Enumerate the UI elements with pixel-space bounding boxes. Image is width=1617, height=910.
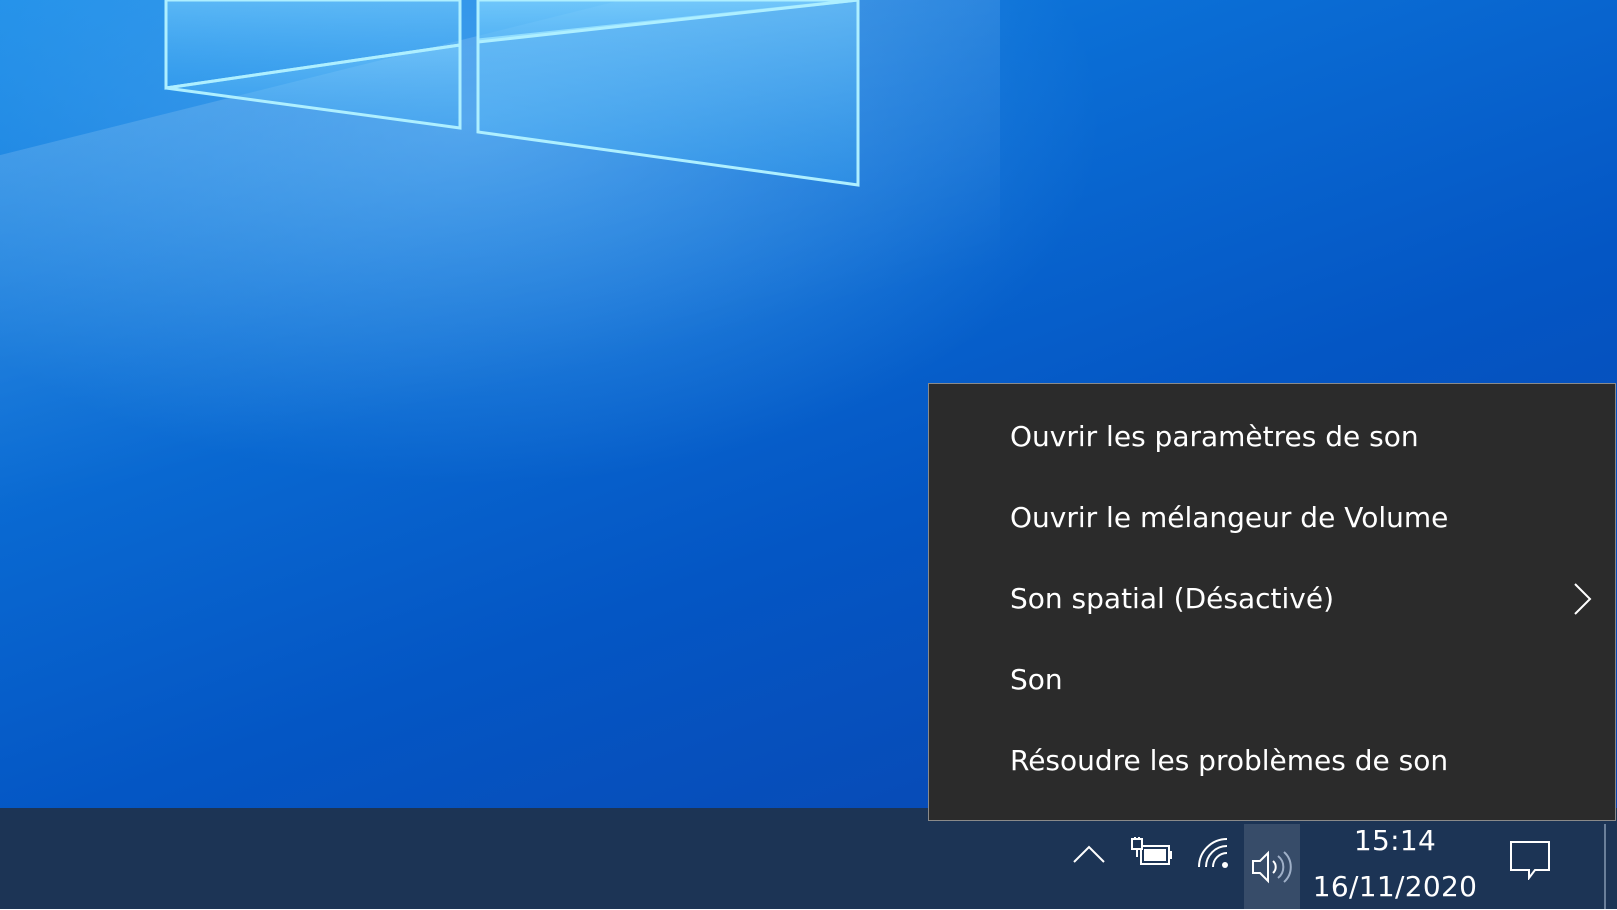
- show-desktop-button[interactable]: [1604, 824, 1606, 909]
- battery-button[interactable]: [1130, 830, 1174, 878]
- wifi-icon: [1198, 838, 1228, 868]
- network-button[interactable]: [1193, 830, 1237, 878]
- chevron-up-icon: [1073, 845, 1105, 863]
- clock-button[interactable]: 15:14 16/11/2020: [1300, 818, 1490, 910]
- clock-time: 15:14: [1353, 824, 1437, 857]
- menu-item-open-volume-mixer[interactable]: Ouvrir le mélangeur de Volume: [929, 477, 1615, 558]
- volume-button[interactable]: [1244, 824, 1300, 909]
- clock-date: 16/11/2020: [1312, 870, 1478, 903]
- menu-item-label: Ouvrir le mélangeur de Volume: [1010, 501, 1449, 534]
- menu-item-label: Résoudre les problèmes de son: [1010, 744, 1449, 777]
- menu-item-troubleshoot-sound[interactable]: Résoudre les problèmes de son: [929, 720, 1615, 801]
- menu-item-open-sound-settings[interactable]: Ouvrir les paramètres de son: [929, 396, 1615, 477]
- battery-charging-icon: [1131, 837, 1172, 865]
- volume-context-menu: Ouvrir les paramètres de son Ouvrir le m…: [928, 383, 1616, 821]
- menu-item-label: Ouvrir les paramètres de son: [1010, 420, 1419, 453]
- chevron-right-icon: [1574, 582, 1592, 615]
- windows-logo-wallpaper: [164, 0, 860, 187]
- menu-item-label: Son spatial (Désactivé): [1010, 582, 1334, 615]
- speaker-icon: [1252, 850, 1292, 883]
- menu-item-spatial-sound[interactable]: Son spatial (Désactivé): [929, 558, 1615, 639]
- notifications-icon: [1510, 841, 1550, 880]
- show-hidden-icons-button[interactable]: [1067, 830, 1111, 878]
- menu-item-sound[interactable]: Son: [929, 639, 1615, 720]
- action-center-button[interactable]: [1505, 835, 1555, 885]
- menu-item-label: Son: [1010, 663, 1063, 696]
